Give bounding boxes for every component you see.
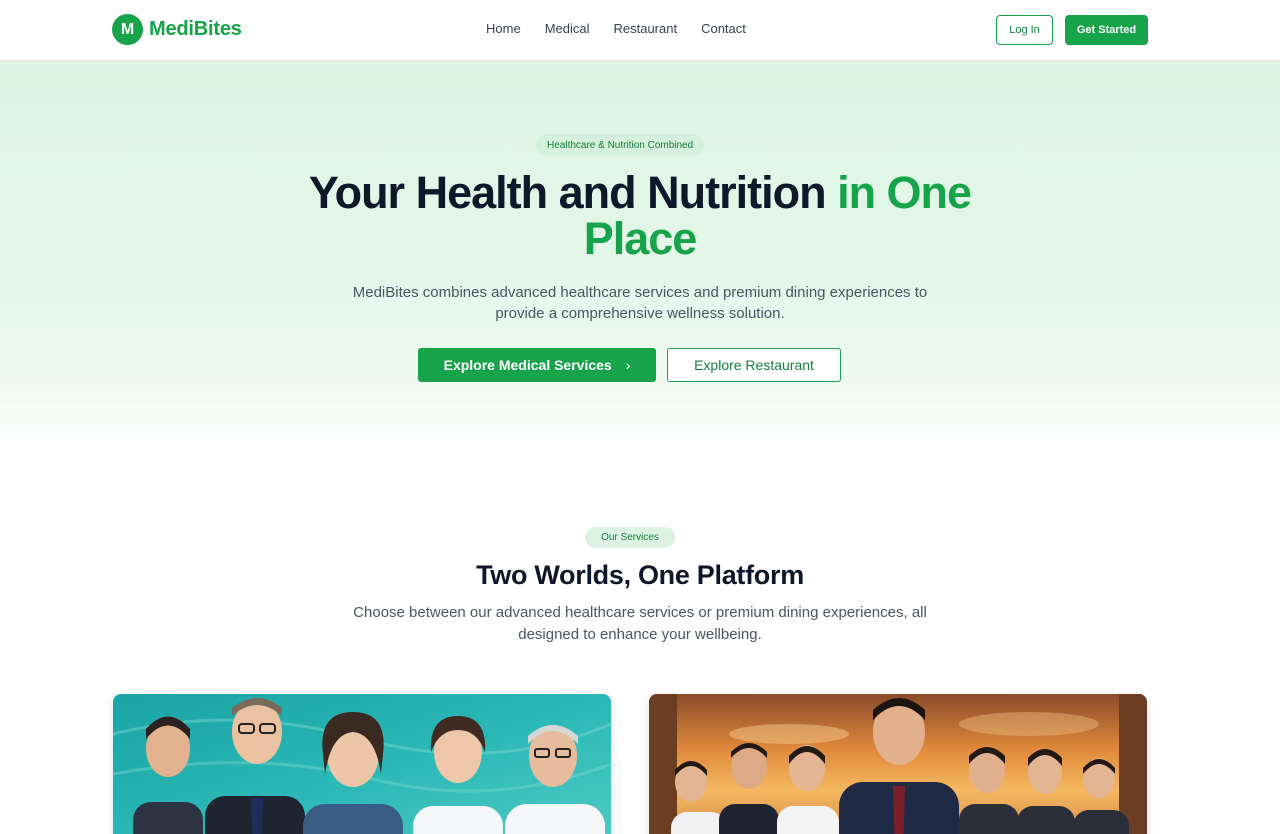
explore-medical-button[interactable]: Explore Medical Services ›	[418, 348, 656, 382]
hero-section: Healthcare & Nutrition Combined Your Hea…	[0, 61, 1280, 451]
services-subtitle: Choose between our advanced healthcare s…	[353, 604, 927, 643]
nav-item-medical[interactable]: Medical	[545, 21, 590, 36]
explore-medical-label: Explore Medical Services	[443, 357, 612, 373]
medical-team-illustration	[113, 694, 611, 834]
logo-mark-icon: M	[112, 14, 143, 45]
chevron-right-icon: ›	[625, 357, 631, 373]
restaurant-staff-illustration	[649, 694, 1147, 834]
login-button[interactable]: Log In	[996, 15, 1053, 45]
nav-item-home[interactable]: Home	[486, 21, 521, 36]
site-header: M MediBites Home Medical Restaurant Cont…	[0, 0, 1280, 61]
hero-title: Your Health and Nutrition in One Place	[290, 170, 990, 262]
brand-name: MediBites	[149, 18, 242, 40]
hero-badge: Healthcare & Nutrition Combined	[536, 134, 705, 156]
hero-subtitle: MediBites combines advanced healthcare s…	[352, 284, 928, 322]
hero-title-main: Your Health and Nutrition	[308, 167, 838, 218]
services-badge: Our Services	[585, 527, 675, 548]
explore-restaurant-button[interactable]: Explore Restaurant	[667, 348, 841, 382]
nav-item-contact[interactable]: Contact	[701, 21, 746, 36]
services-title: Two Worlds, One Platform	[476, 560, 804, 590]
medical-service-card[interactable]	[113, 694, 611, 834]
main-nav: Home Medical Restaurant Contact	[486, 21, 746, 36]
nav-item-restaurant[interactable]: Restaurant	[613, 21, 677, 36]
logo-link[interactable]: M MediBites	[112, 14, 242, 45]
restaurant-service-card[interactable]	[649, 694, 1147, 834]
get-started-button[interactable]: Get Started	[1065, 15, 1148, 45]
